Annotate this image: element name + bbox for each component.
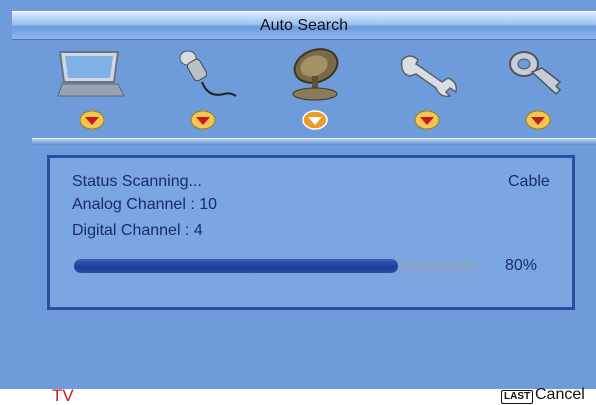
progress-bar-fill — [74, 259, 398, 273]
chevron-down-icon — [79, 110, 105, 130]
satellite-dish-icon[interactable] — [278, 46, 358, 102]
title-bar: Auto Search — [12, 11, 596, 40]
microphone-icon[interactable] — [164, 46, 244, 102]
menu-divider — [32, 138, 596, 145]
progress-percent: 80% — [505, 257, 538, 274]
progress-bar — [74, 259, 479, 273]
key-icon[interactable] — [498, 46, 578, 102]
page-title: Auto Search — [259, 17, 349, 34]
source-label: Cable — [508, 173, 550, 190]
monitor-icon[interactable] — [52, 46, 132, 102]
cancel-button[interactable]: Cancel — [535, 386, 585, 404]
analog-channel-count: Analog Channel : 10 — [72, 196, 217, 213]
menu-icon-row — [12, 38, 596, 133]
last-key-icon[interactable]: LAST — [501, 390, 534, 404]
chevron-down-icon — [190, 110, 216, 130]
chevron-down-icon-active — [302, 110, 328, 130]
auto-search-screen: Auto Search Status Scanning... Cable Ana… — [0, 0, 596, 405]
scan-status-panel: Status Scanning... Cable Analog Channel … — [47, 155, 575, 310]
chevron-down-icon — [525, 110, 551, 130]
status-label: Status Scanning... — [72, 173, 202, 190]
chevron-down-icon — [414, 110, 440, 130]
wrench-icon[interactable] — [390, 46, 470, 102]
input-source-label: TV — [52, 386, 74, 405]
digital-channel-count: Digital Channel : 4 — [72, 222, 203, 239]
